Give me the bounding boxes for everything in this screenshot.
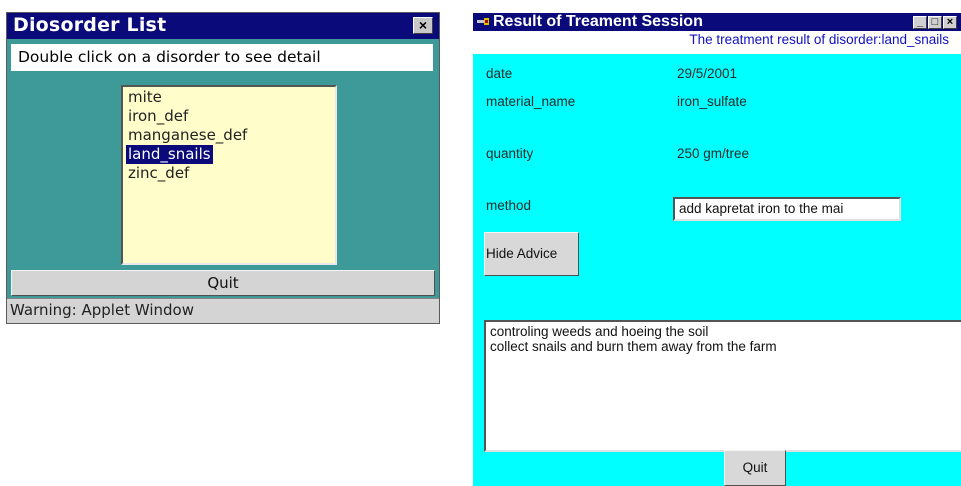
quantity-label: quantity (486, 146, 534, 161)
list-item-iron-def[interactable]: iron_def (126, 107, 190, 126)
quit-button[interactable]: Quit (724, 450, 786, 486)
close-icon[interactable]: × (943, 16, 957, 29)
advice-line: controling weeds and hoeing the soil (490, 324, 709, 339)
maximize-icon[interactable]: □ (928, 16, 942, 29)
quit-button[interactable]: Quit (11, 270, 435, 296)
disorder-listbox[interactable]: mite iron_def manganese_def land_snails … (121, 85, 337, 265)
result-subtitle: The treatment result of disorder:land_sn… (689, 32, 949, 47)
disorder-list-window: Diosorder List × Double click on a disor… (6, 12, 440, 324)
material-name-label: material_name (486, 94, 576, 109)
date-value: 29/5/2001 (677, 66, 738, 81)
list-item-mite[interactable]: mite (126, 88, 164, 107)
disorder-hint-text: Double click on a disorder to see detail (11, 44, 433, 71)
advice-textarea[interactable]: controling weeds and hoeing the soil col… (484, 320, 961, 452)
advice-line: collect snails and burn them away from t… (490, 339, 777, 354)
disorder-window-titlebar[interactable]: Diosorder List × (7, 13, 439, 39)
method-field[interactable]: add kapretat iron to the mai (673, 197, 901, 221)
hide-advice-button[interactable]: Hide Advice (484, 232, 579, 276)
list-item-land-snails[interactable]: land_snails (126, 145, 213, 164)
treatment-result-window: Result of Treament Session _ □ × The tre… (473, 13, 961, 486)
list-item-zinc-def[interactable]: zinc_def (126, 164, 191, 183)
applet-warning-bar: Warning: Applet Window (7, 298, 439, 323)
java-app-icon (477, 18, 489, 25)
result-window-titlebar[interactable]: Result of Treament Session _ □ × (473, 13, 961, 31)
result-subtitle-bar: The treatment result of disorder:land_sn… (473, 31, 961, 54)
disorder-window-title: Diosorder List (13, 14, 167, 36)
method-label: method (486, 198, 532, 213)
minimize-icon[interactable]: _ (913, 16, 927, 29)
date-label: date (486, 66, 513, 81)
material-name-value: iron_sulfate (677, 94, 747, 109)
result-window-title: Result of Treament Session (493, 13, 703, 30)
quantity-value: 250 gm/tree (677, 146, 750, 161)
list-item-manganese-def[interactable]: manganese_def (126, 126, 249, 145)
close-icon[interactable]: × (413, 17, 433, 34)
